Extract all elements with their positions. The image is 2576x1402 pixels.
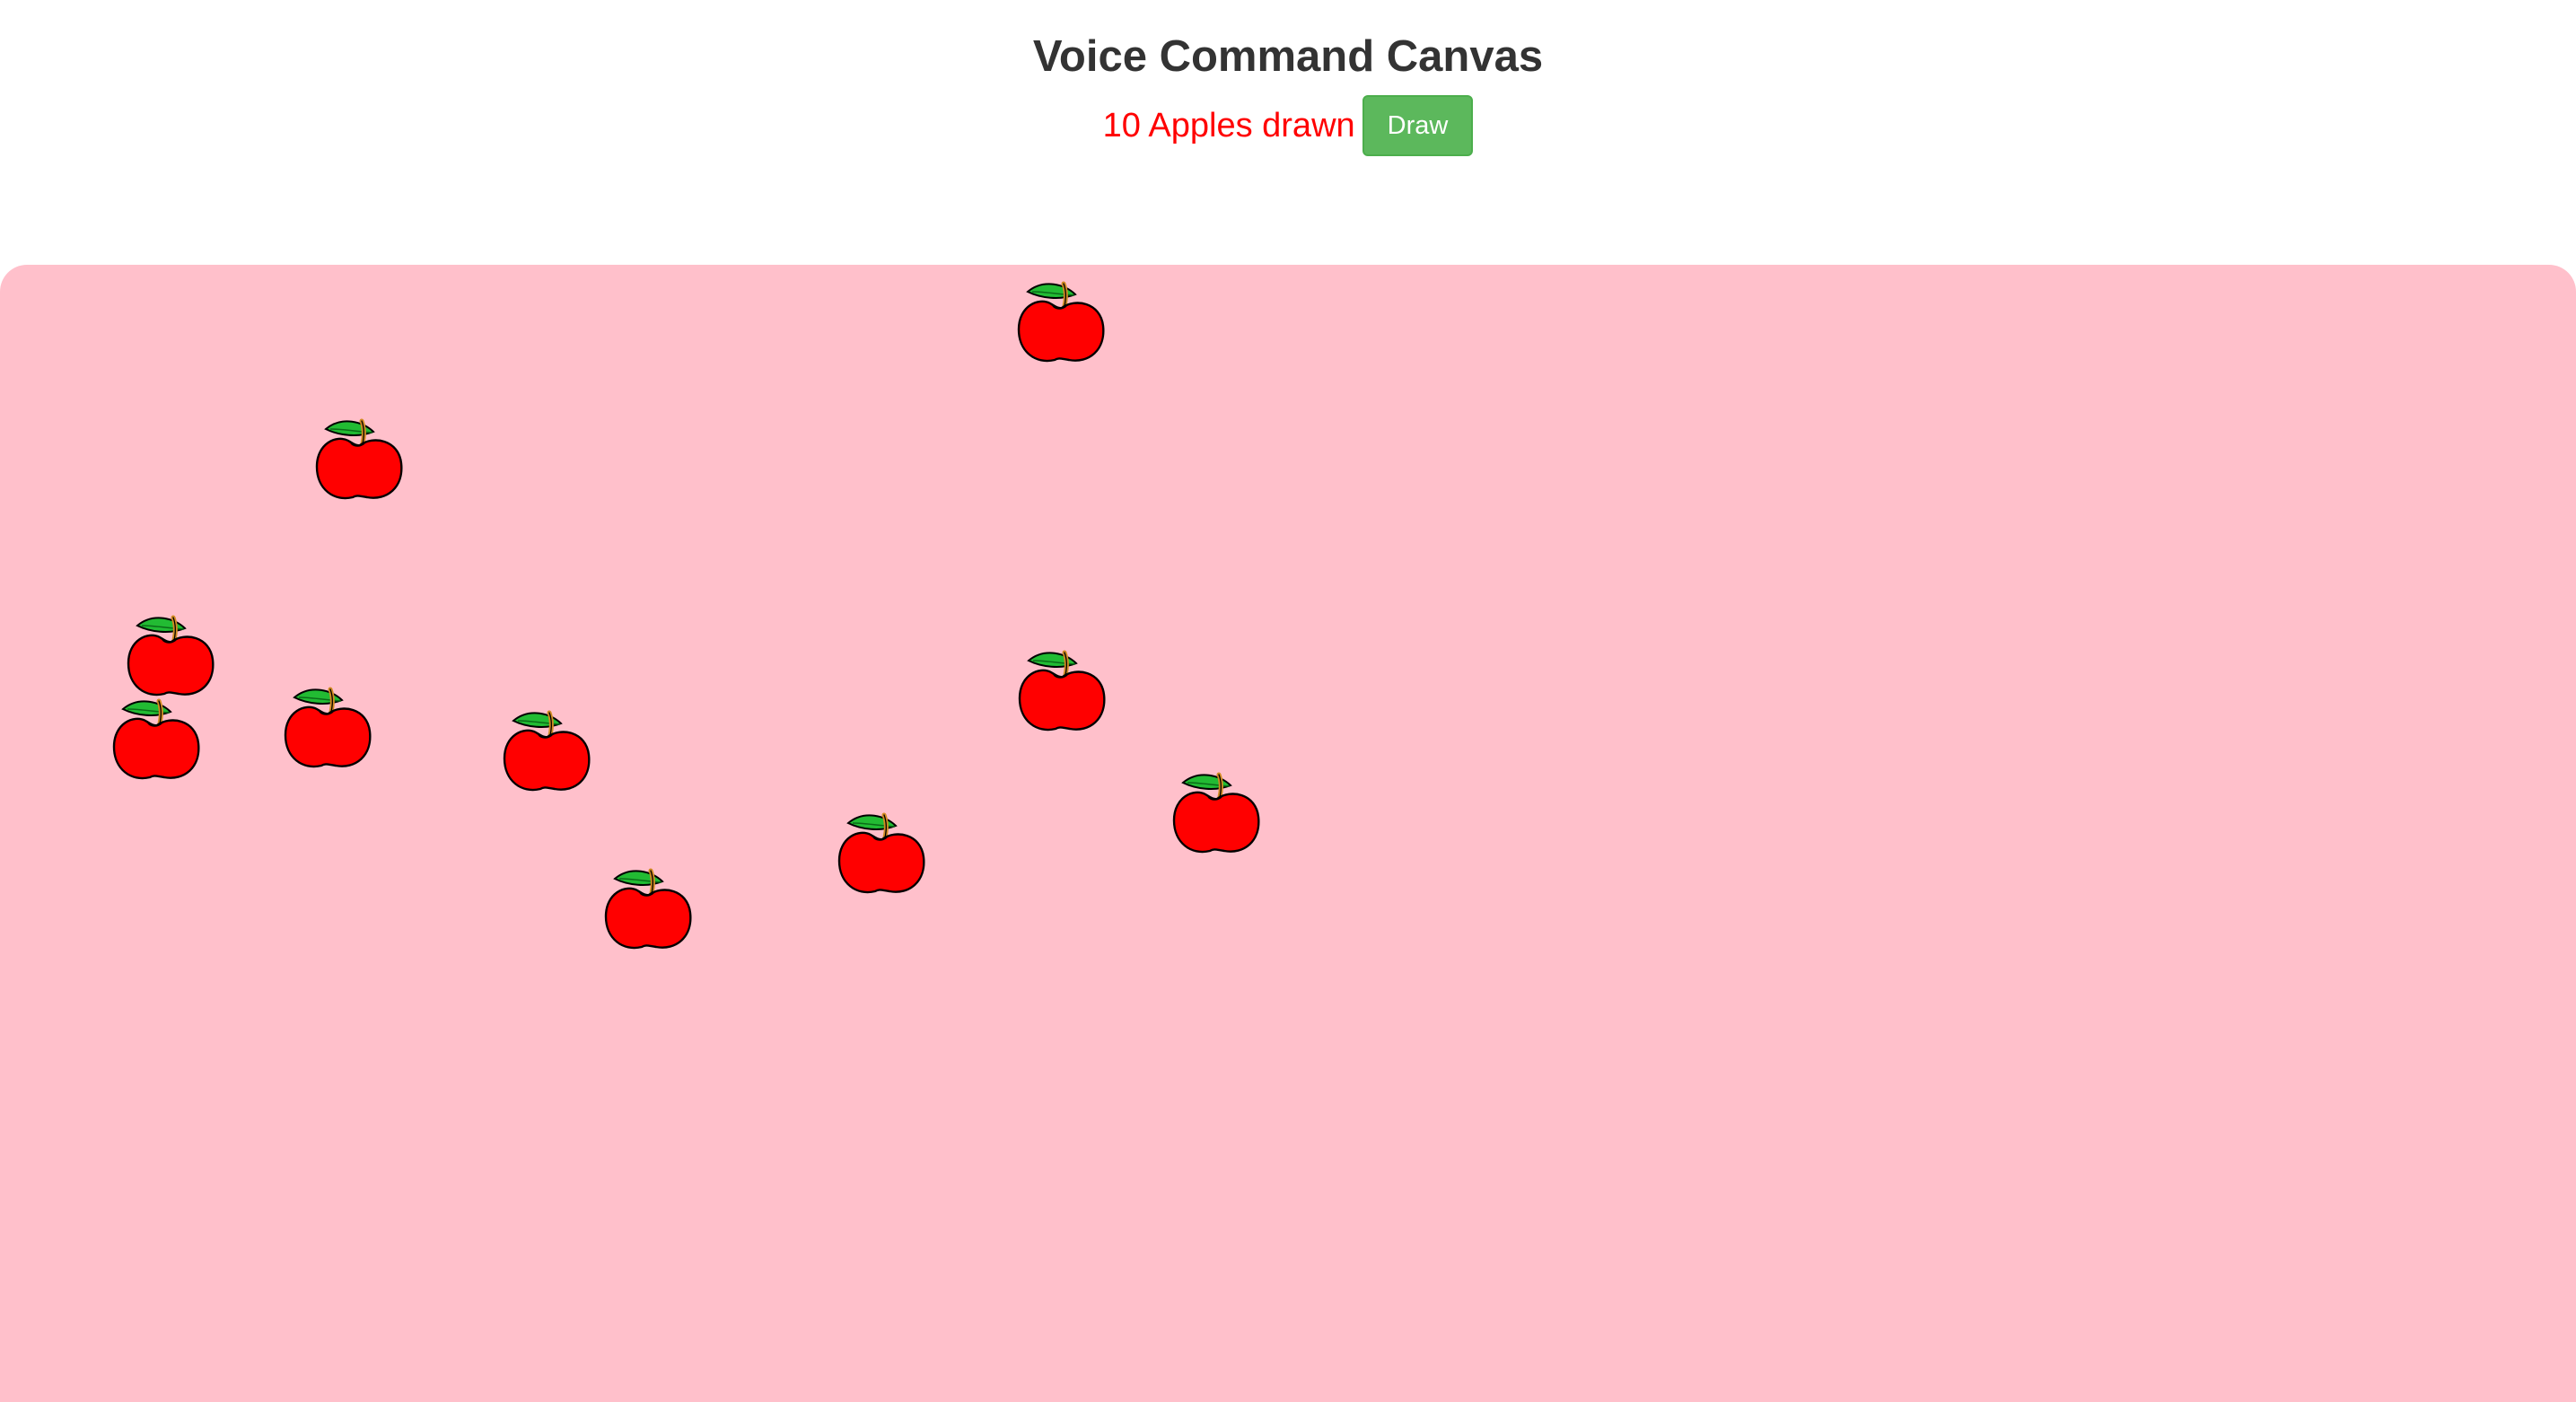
- apple-icon: [308, 407, 407, 501]
- drawing-canvas[interactable]: [0, 265, 2576, 1402]
- apple-icon: [1010, 270, 1108, 364]
- status-row: 10 Apples drawn Draw: [0, 95, 2576, 156]
- apple-icon: [830, 802, 929, 895]
- apple-icon: [495, 699, 594, 793]
- apple-icon: [276, 676, 375, 769]
- apple-icon: [1165, 761, 1264, 854]
- apple-icon: [105, 688, 204, 781]
- apple-icon: [119, 604, 218, 697]
- draw-button[interactable]: Draw: [1362, 95, 1474, 156]
- apple-icon: [597, 857, 696, 951]
- page-title: Voice Command Canvas: [1032, 32, 1544, 81]
- apple-icon: [1011, 639, 1109, 732]
- apples-drawn-status: 10 Apples drawn: [1102, 107, 1355, 145]
- page: Voice Command Canvas 10 Apples drawn Dra…: [0, 0, 2576, 1402]
